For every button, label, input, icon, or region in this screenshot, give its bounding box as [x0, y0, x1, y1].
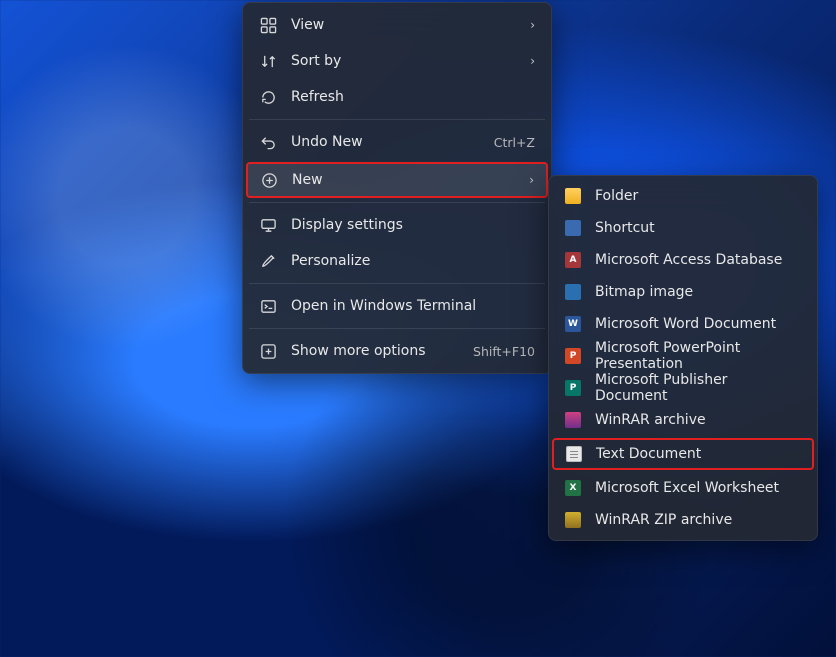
- separator: [249, 283, 545, 284]
- powerpoint-icon: P: [565, 348, 581, 364]
- menu-label: Show more options: [291, 343, 447, 359]
- separator: [249, 328, 545, 329]
- desktop-context-menu: View › Sort by › Refresh Undo New Ctrl+Z…: [242, 2, 552, 374]
- submenu-item-bitmap[interactable]: Bitmap image: [553, 276, 813, 308]
- submenu-label: Microsoft Publisher Document: [595, 372, 801, 404]
- submenu-item-winrar-zip[interactable]: WinRAR ZIP archive: [553, 504, 813, 536]
- menu-item-new[interactable]: New ›: [246, 162, 548, 198]
- chevron-right-icon: ›: [517, 173, 534, 187]
- text-document-icon: [566, 446, 582, 462]
- submenu-item-powerpoint[interactable]: P Microsoft PowerPoint Presentation: [553, 340, 813, 372]
- submenu-label: WinRAR archive: [595, 412, 801, 428]
- submenu-item-text-document[interactable]: Text Document: [552, 438, 814, 470]
- new-icon: [260, 171, 278, 189]
- submenu-label: Microsoft Word Document: [595, 316, 801, 332]
- submenu-label: Folder: [595, 188, 801, 204]
- refresh-icon: [259, 88, 277, 106]
- terminal-icon: [259, 297, 277, 315]
- menu-label: Refresh: [291, 89, 535, 105]
- submenu-label: Shortcut: [595, 220, 801, 236]
- new-submenu: Folder Shortcut A Microsoft Access Datab…: [548, 175, 818, 541]
- menu-item-open-terminal[interactable]: Open in Windows Terminal: [247, 288, 547, 324]
- undo-icon: [259, 133, 277, 151]
- menu-shortcut: Shift+F10: [461, 344, 535, 359]
- view-icon: [259, 16, 277, 34]
- chevron-right-icon: ›: [518, 18, 535, 32]
- menu-label: Sort by: [291, 53, 504, 69]
- menu-label: Undo New: [291, 134, 468, 150]
- bitmap-icon: [565, 284, 581, 300]
- submenu-label: Text Document: [596, 446, 800, 462]
- submenu-item-word[interactable]: W Microsoft Word Document: [553, 308, 813, 340]
- personalize-icon: [259, 252, 277, 270]
- submenu-item-shortcut[interactable]: Shortcut: [553, 212, 813, 244]
- separator: [249, 202, 545, 203]
- menu-item-show-more-options[interactable]: Show more options Shift+F10: [247, 333, 547, 369]
- submenu-label: WinRAR ZIP archive: [595, 512, 801, 528]
- submenu-label: Microsoft Excel Worksheet: [595, 480, 801, 496]
- winrar-icon: [565, 412, 581, 428]
- menu-item-personalize[interactable]: Personalize: [247, 243, 547, 279]
- publisher-icon: P: [565, 380, 581, 396]
- sort-icon: [259, 52, 277, 70]
- menu-item-display-settings[interactable]: Display settings: [247, 207, 547, 243]
- submenu-item-excel[interactable]: X Microsoft Excel Worksheet: [553, 472, 813, 504]
- separator: [249, 119, 545, 120]
- zip-icon: [565, 512, 581, 528]
- menu-shortcut: Ctrl+Z: [482, 135, 535, 150]
- chevron-right-icon: ›: [518, 54, 535, 68]
- menu-item-undo-new[interactable]: Undo New Ctrl+Z: [247, 124, 547, 160]
- submenu-item-publisher[interactable]: P Microsoft Publisher Document: [553, 372, 813, 404]
- display-settings-icon: [259, 216, 277, 234]
- submenu-item-folder[interactable]: Folder: [553, 180, 813, 212]
- menu-item-view[interactable]: View ›: [247, 7, 547, 43]
- shortcut-icon: [565, 220, 581, 236]
- menu-label: Open in Windows Terminal: [291, 298, 535, 314]
- submenu-label: Microsoft Access Database: [595, 252, 801, 268]
- menu-label: View: [291, 17, 504, 33]
- submenu-item-access[interactable]: A Microsoft Access Database: [553, 244, 813, 276]
- excel-icon: X: [565, 480, 581, 496]
- submenu-label: Bitmap image: [595, 284, 801, 300]
- menu-label: Personalize: [291, 253, 535, 269]
- menu-label: New: [292, 172, 503, 188]
- access-icon: A: [565, 252, 581, 268]
- menu-item-refresh[interactable]: Refresh: [247, 79, 547, 115]
- submenu-item-winrar[interactable]: WinRAR archive: [553, 404, 813, 436]
- menu-label: Display settings: [291, 217, 535, 233]
- more-options-icon: [259, 342, 277, 360]
- submenu-label: Microsoft PowerPoint Presentation: [595, 340, 801, 372]
- menu-item-sort-by[interactable]: Sort by ›: [247, 43, 547, 79]
- folder-icon: [565, 188, 581, 204]
- word-icon: W: [565, 316, 581, 332]
